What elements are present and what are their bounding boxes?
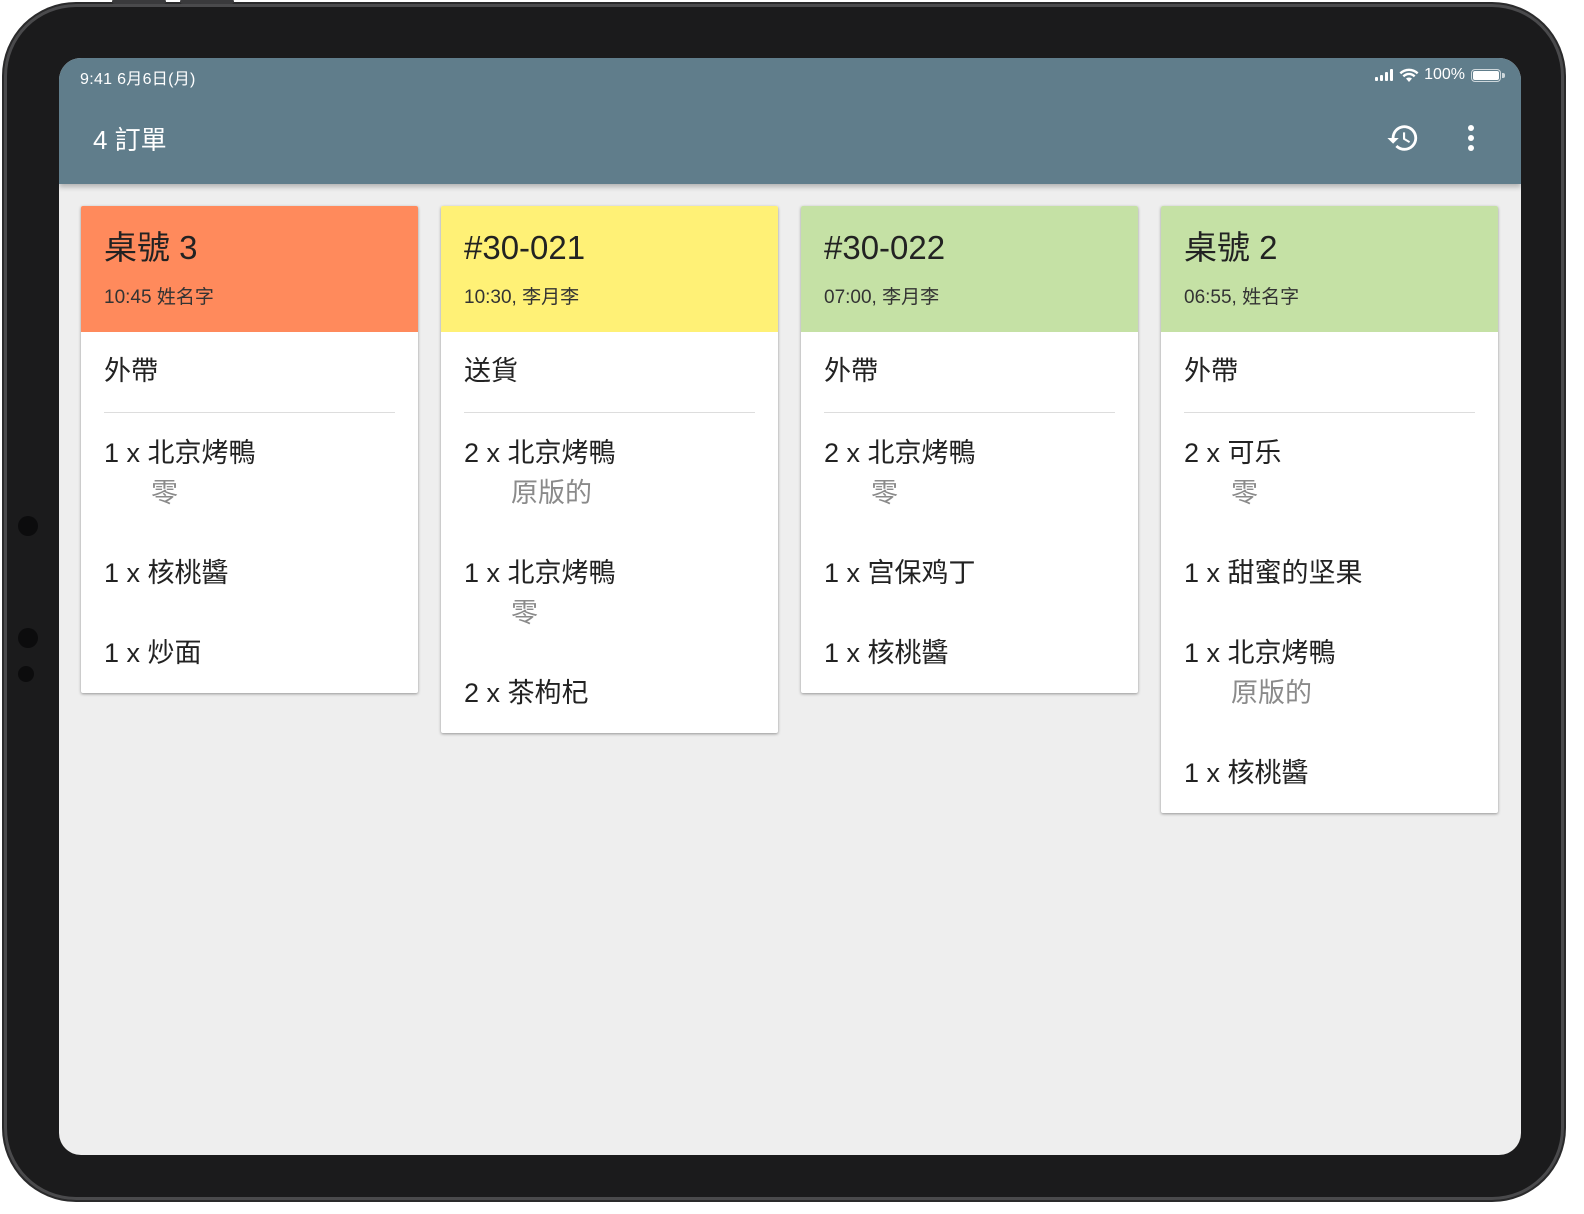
item-line: 2 x 北京烤鴨 (824, 438, 976, 468)
order-type: 外帶 (104, 356, 158, 386)
order-type: 送貨 (464, 356, 518, 386)
item-line: 1 x 核桃醬 (104, 558, 229, 588)
order-time-name: 07:00, 李月李 (824, 287, 940, 308)
battery-icon (1471, 68, 1505, 82)
app-screen: 9:41 6月6日(月) 100% 4 訂單 桌號 3 10:45 姓名字 外帶… (59, 58, 1521, 1155)
item-modifier: 零 (151, 478, 178, 508)
wifi-icon (1399, 68, 1419, 82)
sensor-dot (18, 628, 38, 648)
order-items: 1 x 北京烤鴨 零 1 x 核桃醬 1 x 炒面 (81, 413, 418, 693)
item-modifier: 零 (871, 478, 898, 508)
item-line: 1 x 北京烤鴨 (104, 438, 256, 468)
item-line: 2 x 北京烤鴨 (464, 438, 616, 468)
order-header: 桌號 3 10:45 姓名字 (81, 206, 418, 332)
item-modifier: 零 (511, 598, 538, 628)
order-card[interactable]: #30-022 07:00, 李月李 外帶 2 x 北京烤鴨 零 1 x 宫保鸡… (801, 206, 1138, 693)
item-modifier: 原版的 (511, 478, 592, 508)
order-title: #30-022 (824, 229, 946, 266)
order-item: 2 x 北京烤鴨 原版的 (464, 433, 755, 513)
top-button (112, 0, 166, 4)
top-button (180, 0, 234, 4)
item-line: 1 x 核桃醬 (1184, 758, 1309, 788)
order-type: 外帶 (824, 356, 878, 386)
order-item: 1 x 甜蜜的坚果 (1184, 553, 1475, 593)
app-bar: 9:41 6月6日(月) 100% 4 訂單 (59, 58, 1521, 184)
cellular-signal-icon (1375, 69, 1394, 81)
order-item: 1 x 北京烤鴨 原版的 (1184, 633, 1475, 713)
order-item: 1 x 北京烤鴨 零 (104, 433, 395, 513)
history-button[interactable] (1381, 118, 1425, 158)
order-items: 2 x 北京烤鴨 零 1 x 宫保鸡丁 1 x 核桃醬 (801, 413, 1138, 693)
order-time-name: 06:55, 姓名字 (1184, 287, 1300, 308)
sensor-dot (18, 666, 34, 682)
order-title: #30-021 (464, 229, 586, 266)
item-line: 1 x 宫保鸡丁 (824, 558, 976, 588)
tablet-frame: 9:41 6月6日(月) 100% 4 訂單 桌號 3 10:45 姓名字 外帶… (4, 0, 1564, 1200)
order-item: 1 x 核桃醬 (824, 633, 1115, 673)
item-line: 1 x 北京烤鴨 (464, 558, 616, 588)
order-title: 桌號 3 (104, 229, 198, 266)
order-item: 1 x 北京烤鴨 零 (464, 553, 755, 633)
order-item: 2 x 可乐 零 (1184, 433, 1475, 513)
order-title: 桌號 2 (1184, 229, 1278, 266)
item-line: 2 x 茶枸杞 (464, 678, 589, 708)
order-items: 2 x 北京烤鴨 原版的 1 x 北京烤鴨 零 2 x 茶枸杞 (441, 413, 778, 733)
order-item: 1 x 核桃醬 (104, 553, 395, 593)
order-item: 2 x 茶枸杞 (464, 673, 755, 713)
item-line: 1 x 炒面 (104, 638, 202, 668)
page-title: 4 訂單 (93, 125, 167, 155)
order-time-name: 10:30, 李月李 (464, 287, 580, 308)
status-time: 9:41 6月6日(月) (80, 71, 196, 88)
order-card[interactable]: 桌號 3 10:45 姓名字 外帶 1 x 北京烤鴨 零 1 x 核桃醬 1 x… (81, 206, 418, 693)
order-item: 2 x 北京烤鴨 零 (824, 433, 1115, 513)
battery-percent: 100% (1424, 66, 1465, 83)
order-item: 1 x 宫保鸡丁 (824, 553, 1115, 593)
order-header: #30-022 07:00, 李月李 (801, 206, 1138, 332)
item-line: 2 x 可乐 (1184, 438, 1282, 468)
order-item: 1 x 炒面 (104, 633, 395, 673)
item-line: 1 x 北京烤鴨 (1184, 638, 1336, 668)
order-header: #30-021 10:30, 李月李 (441, 206, 778, 332)
item-modifier: 原版的 (1231, 678, 1312, 708)
item-line: 1 x 核桃醬 (824, 638, 949, 668)
item-line: 1 x 甜蜜的坚果 (1184, 558, 1363, 588)
order-items: 2 x 可乐 零 1 x 甜蜜的坚果 1 x 北京烤鴨 原版的 1 x 核桃醬 (1161, 413, 1498, 813)
order-item: 1 x 核桃醬 (1184, 753, 1475, 793)
sensor-dot (18, 516, 38, 536)
status-indicators: 100% (1375, 65, 1505, 85)
more-options-button[interactable] (1449, 118, 1493, 158)
order-header: 桌號 2 06:55, 姓名字 (1161, 206, 1498, 332)
history-icon (1387, 125, 1418, 151)
order-card[interactable]: 桌號 2 06:55, 姓名字 外帶 2 x 可乐 零 1 x 甜蜜的坚果 1 … (1161, 206, 1498, 813)
appbar-actions (1381, 118, 1493, 158)
order-time-name: 10:45 姓名字 (104, 287, 214, 308)
item-modifier: 零 (1231, 478, 1258, 508)
more-vert-icon (1468, 125, 1474, 151)
order-card[interactable]: #30-021 10:30, 李月李 送貨 2 x 北京烤鴨 原版的 1 x 北… (441, 206, 778, 733)
order-type: 外帶 (1184, 356, 1238, 386)
